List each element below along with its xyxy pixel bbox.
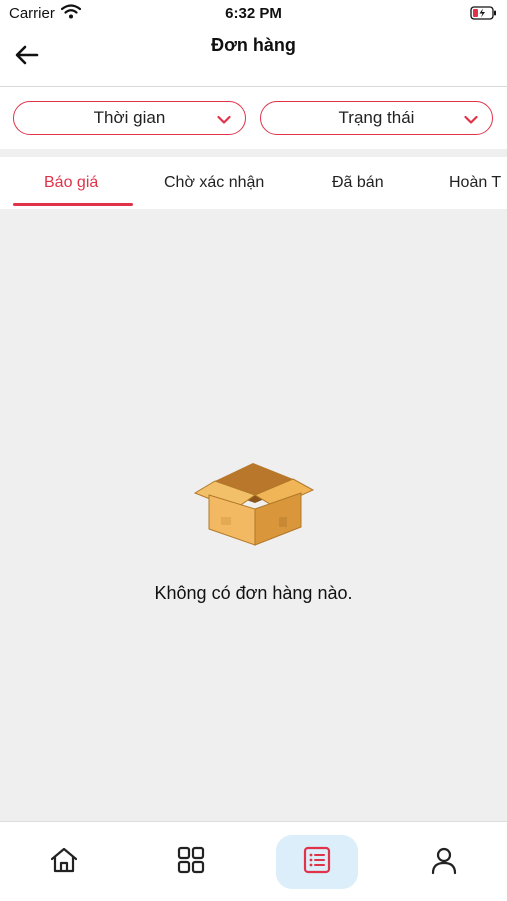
time-filter-label: Thời gian: [93, 108, 166, 127]
clock: 6:32 PM: [225, 5, 282, 22]
nav-orders[interactable]: [276, 835, 358, 889]
tab-quotation[interactable]: Báo giá: [44, 174, 98, 192]
order-list-area: Không có đơn hàng nào.: [0, 209, 507, 821]
empty-state-message: Không có đơn hàng nào.: [154, 583, 353, 603]
bottom-navigation: [0, 821, 507, 901]
battery-charging-icon: [470, 6, 498, 25]
user-icon: [429, 845, 459, 880]
status-filter-label: Trạng thái: [338, 108, 415, 127]
chevron-down-icon: [217, 112, 231, 130]
nav-account[interactable]: [403, 835, 485, 889]
home-icon: [49, 845, 79, 880]
tab-sold[interactable]: Đã bán: [332, 174, 384, 192]
tab-returned[interactable]: Hoàn T: [449, 174, 501, 192]
filter-bar: Thời gian Trạng thái: [0, 87, 507, 149]
grid-icon: [176, 845, 206, 880]
chevron-down-icon: [464, 112, 478, 130]
time-filter-dropdown[interactable]: Thời gian: [13, 101, 246, 135]
nav-home[interactable]: [23, 835, 105, 889]
page-title: Đơn hàng: [211, 35, 296, 55]
order-status-tabs: Báo giá Chờ xác nhận Đã bán Hoàn T: [0, 157, 507, 209]
status-filter-dropdown[interactable]: Trạng thái: [260, 101, 493, 135]
order-list-icon: [302, 845, 332, 880]
open-box-icon: [193, 459, 315, 552]
app-header: Đơn hàng: [0, 28, 507, 87]
nav-categories[interactable]: [150, 835, 232, 889]
active-tab-indicator: [13, 203, 133, 206]
section-divider: [0, 149, 507, 157]
tab-awaiting-confirmation[interactable]: Chờ xác nhận: [164, 174, 264, 192]
status-bar: Carrier 6:32 PM: [0, 0, 507, 28]
